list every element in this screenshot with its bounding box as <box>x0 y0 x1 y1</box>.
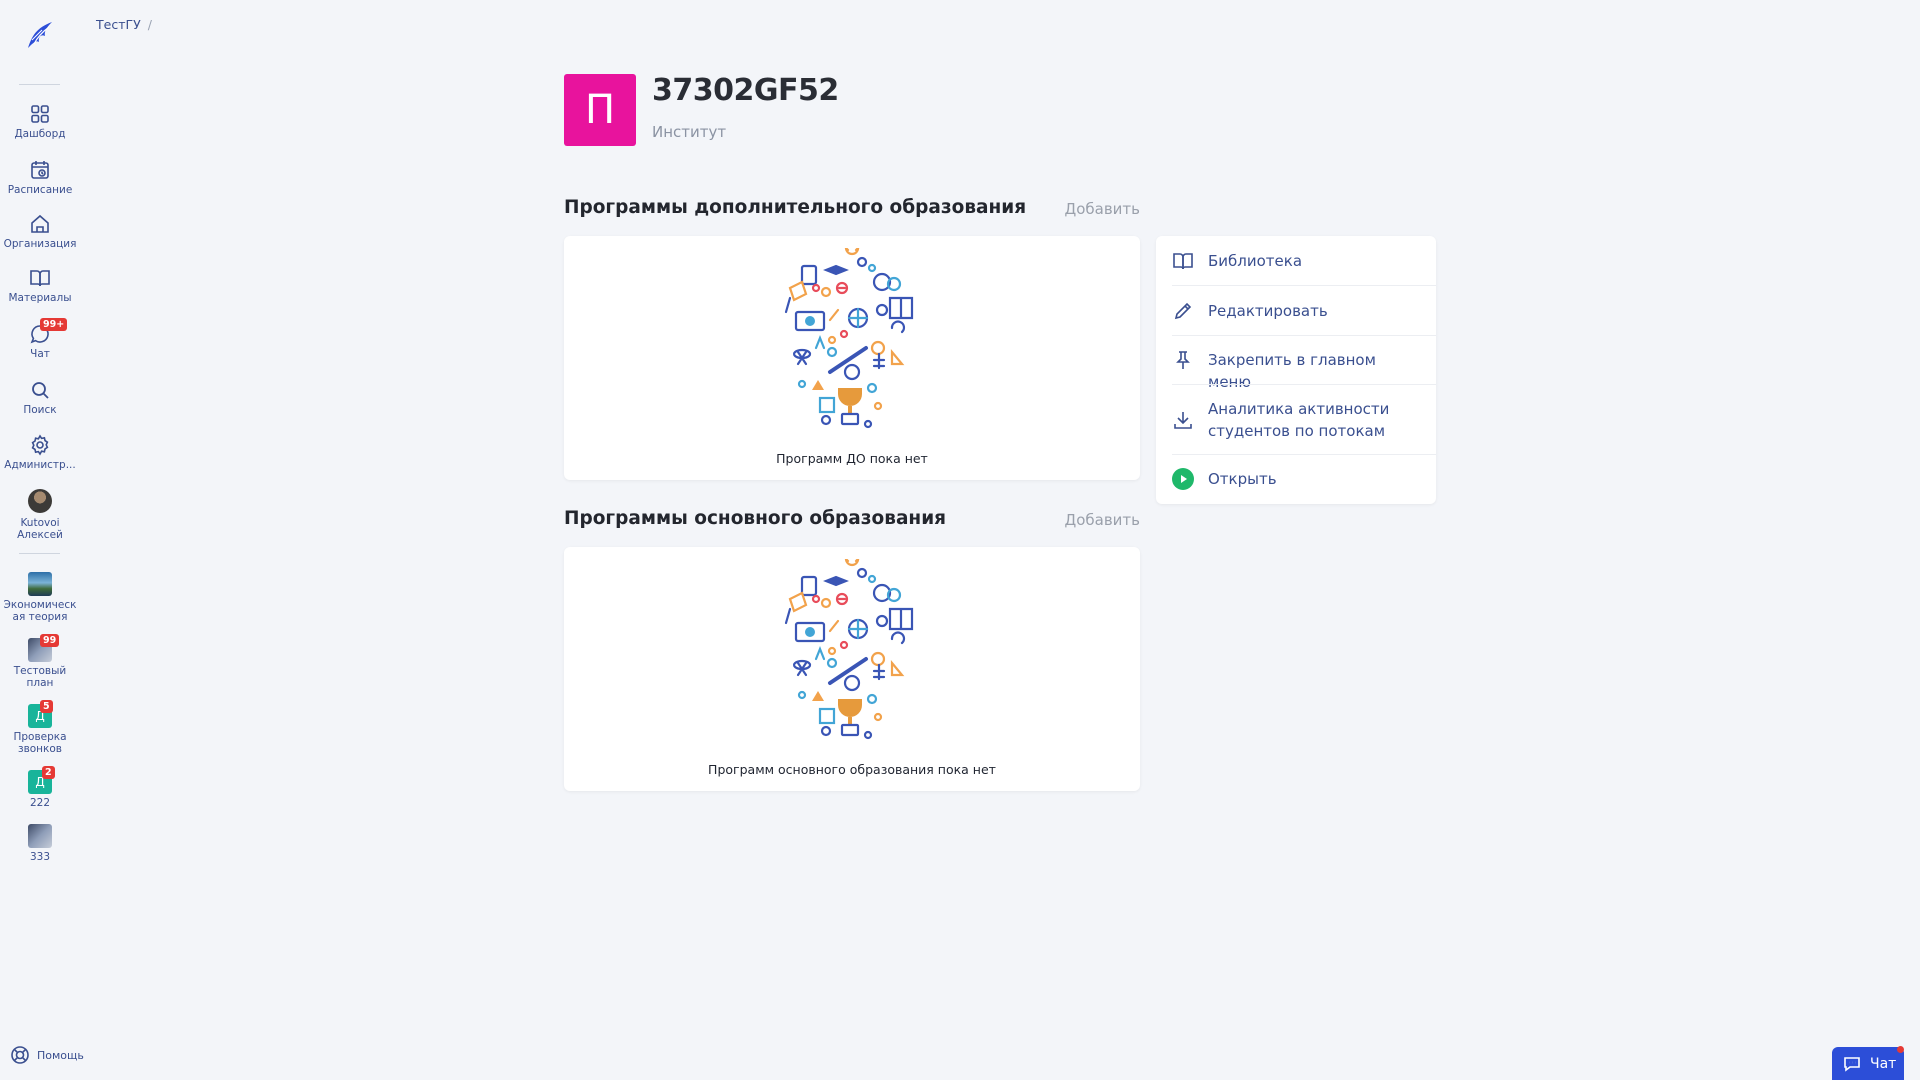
org-avatar: П <box>564 74 636 146</box>
materials-icon <box>29 267 51 289</box>
course-economic-theory[interactable]: Экономическ ая теория <box>0 572 80 623</box>
breadcrumb-separator: / <box>147 17 152 32</box>
play-icon <box>1172 468 1194 490</box>
stream-analytics-label: Аналитика активности студентов по потока… <box>1208 400 1390 440</box>
nav-admin-label: Администр... <box>4 459 76 471</box>
course-label-line1: Экономическ <box>3 599 77 611</box>
chat-widget-label: Чат <box>1870 1055 1897 1072</box>
page-title: 37302GF52 <box>652 73 839 108</box>
course-label-line1: Проверка <box>13 731 67 743</box>
course-thumbnail <box>28 824 52 848</box>
edit-action[interactable]: Редактировать <box>1156 286 1436 335</box>
nav-chat[interactable]: 99+ Чат <box>0 318 80 360</box>
help-label: Помощь <box>37 1048 84 1062</box>
nav-dashboard[interactable]: Дашборд <box>0 103 80 140</box>
breadcrumb-root[interactable]: ТестГУ <box>96 17 141 32</box>
nav-organization-label: Организация <box>3 238 77 250</box>
nav-schedule[interactable]: Расписание <box>0 159 80 196</box>
education-illustration <box>784 559 914 740</box>
chat-notification-dot <box>1897 1046 1904 1053</box>
empty-state-text: Программ ДО пока нет <box>776 451 928 466</box>
add-additional-program-button[interactable]: Добавить <box>1064 200 1140 218</box>
search-icon <box>29 379 51 401</box>
chat-badge: 99+ <box>40 318 68 331</box>
course-label-line2: план <box>26 677 54 689</box>
user-name-line1: Kutovoi <box>20 517 60 529</box>
nav-materials-label: Материалы <box>8 292 72 304</box>
user-name-line2: Алексей <box>17 529 63 541</box>
course-badge: 2 <box>42 766 55 779</box>
nav-search-label: Поиск <box>23 404 57 416</box>
dashboard-icon <box>29 103 51 125</box>
lifebuoy-icon <box>11 1046 29 1064</box>
course-label-line2: звонков <box>17 743 62 755</box>
education-illustration <box>784 248 914 429</box>
schedule-icon <box>29 159 51 181</box>
help-link[interactable]: Помощь <box>10 1045 84 1065</box>
stream-analytics-action[interactable]: Аналитика активности студентов по потока… <box>1156 385 1436 454</box>
nav-dashboard-label: Дашборд <box>14 128 66 140</box>
app-logo-icon[interactable] <box>22 18 58 54</box>
open-action[interactable]: Открыть <box>1156 455 1436 504</box>
org-actions-panel: Библиотека Редактировать Закрепить в гла… <box>1156 236 1436 504</box>
download-icon <box>1172 409 1194 431</box>
sidebar: Дашборд Расписание Организация Материалы <box>0 0 84 1080</box>
edit-label: Редактировать <box>1208 302 1328 320</box>
nav-admin[interactable]: Администр... <box>0 434 80 471</box>
course-badge: 5 <box>40 700 53 713</box>
nav-chat-label: Чат <box>30 348 50 360</box>
main-programs-card: Программ основного образования пока нет <box>564 547 1140 791</box>
library-action[interactable]: Библиотека <box>1156 236 1436 285</box>
pin-icon <box>1172 349 1194 371</box>
sidebar-divider <box>19 553 60 554</box>
course-call-check[interactable]: Д 5 Проверка звонков <box>0 700 80 755</box>
user-avatar <box>28 489 52 513</box>
course-label-line1: 222 <box>29 797 51 809</box>
gear-icon <box>29 434 51 456</box>
chat-widget-button[interactable]: Чат <box>1832 1046 1904 1080</box>
course-333[interactable]: 333 <box>0 824 80 863</box>
add-main-program-button[interactable]: Добавить <box>1064 511 1140 529</box>
nav-schedule-label: Расписание <box>7 184 73 196</box>
book-icon <box>1172 250 1194 272</box>
nav-search[interactable]: Поиск <box>0 379 80 416</box>
library-label: Библиотека <box>1208 252 1303 270</box>
nav-user-profile[interactable]: Kutovoi Алексей <box>0 489 80 541</box>
additional-programs-card: Программ ДО пока нет <box>564 236 1140 480</box>
course-label-line1: 333 <box>29 851 51 863</box>
course-label-line1: Тестовый <box>13 665 67 677</box>
empty-state-text: Программ основного образования пока нет <box>708 762 996 777</box>
sidebar-divider <box>19 84 60 85</box>
course-test-plan[interactable]: 99 Тестовый план <box>0 634 80 689</box>
course-222[interactable]: Д 2 222 <box>0 766 80 809</box>
nav-materials[interactable]: Материалы <box>0 267 80 304</box>
section-title-additional: Программы дополнительного образования <box>564 197 1027 218</box>
pin-to-menu-action[interactable]: Закрепить в главном меню <box>1156 336 1436 391</box>
section-title-main: Программы основного образования <box>564 508 947 529</box>
chat-bubble-icon <box>1844 1056 1860 1072</box>
nav-organization[interactable]: Организация <box>0 213 80 250</box>
pencil-icon <box>1172 300 1194 322</box>
course-badge: 99 <box>40 634 60 647</box>
organization-icon <box>29 213 51 235</box>
org-type: Институт <box>652 123 727 141</box>
course-label-line2: ая теория <box>12 611 68 623</box>
open-label: Открыть <box>1208 470 1277 488</box>
breadcrumb: ТестГУ / <box>96 17 152 32</box>
course-thumbnail <box>28 572 52 596</box>
